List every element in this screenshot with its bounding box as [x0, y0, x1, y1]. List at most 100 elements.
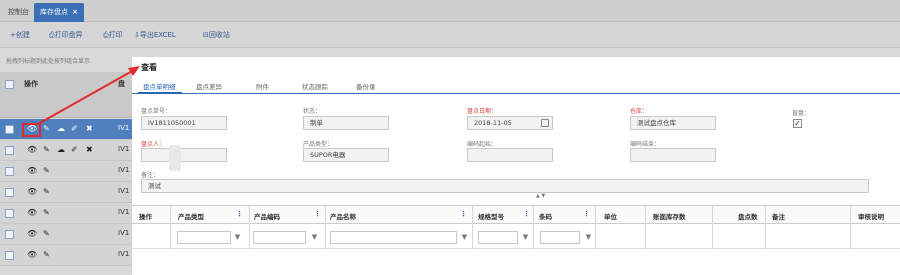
column-menu-icon[interactable]: ⋮ — [523, 210, 530, 218]
funnel-icon[interactable]: ▼ — [309, 231, 320, 244]
detail-table-header: 操作 产品类型 ⋮ 产品编码 ⋮ 产品名称 ⋮ 规格型号 ⋮ 条码 ⋮ 单位 账… — [132, 205, 900, 224]
view-icon[interactable]: 👁 — [27, 187, 37, 196]
filter-input-product-type[interactable] — [177, 231, 231, 244]
view-dialog: 查看 盘点单明细 盘点差异 附件 状态跟踪 备份录 盘点单号： IV181105… — [132, 57, 900, 275]
delete-icon[interactable]: ✖ — [86, 124, 93, 133]
row-code: IV1 — [118, 187, 130, 195]
th-book-stock: 账面库存数 — [653, 213, 686, 221]
splitter-handle[interactable]: ▲ ▼ — [536, 193, 545, 199]
column-menu-icon[interactable]: ⋮ — [314, 210, 321, 218]
tab-count-difference[interactable]: 盘点差异 — [196, 81, 222, 91]
view-icon[interactable]: 👁 — [27, 166, 37, 175]
column-menu-icon[interactable]: ⋮ — [460, 210, 467, 218]
col-header-code: 盘 — [118, 80, 125, 88]
tab-status-tracking[interactable]: 状态跟踪 — [302, 81, 328, 91]
filter-input-product-code[interactable] — [253, 231, 306, 244]
view-icon[interactable]: 👁 — [27, 145, 37, 154]
edit-icon[interactable]: ✎ — [43, 250, 50, 259]
tab-count-details[interactable]: 盘点单明细 — [143, 81, 176, 91]
row-checkbox[interactable] — [5, 209, 14, 218]
edit-icon[interactable]: ✎ — [43, 208, 50, 217]
funnel-icon[interactable]: ▼ — [232, 231, 243, 244]
blind-count-checkbox[interactable]: ✓ — [793, 119, 802, 128]
tab-attachments[interactable]: 附件 — [256, 81, 269, 91]
th-product-code: 产品编码 — [254, 213, 280, 221]
view-icon[interactable]: 👁 — [27, 250, 37, 259]
tab-dashboard[interactable]: 控制台 — [2, 3, 35, 22]
filter-input-spec-model[interactable] — [478, 231, 518, 244]
edit-icon[interactable]: ✎ — [43, 145, 50, 154]
edit-icon[interactable]: ✎ — [43, 229, 50, 238]
warehouse-field[interactable]: 测试盘点仓库 — [630, 116, 716, 130]
column-menu-icon[interactable]: ⋮ — [236, 210, 243, 218]
table-row[interactable]: 👁 ✎ IV1 — [0, 224, 132, 245]
table-row[interactable]: 👁 ✎ ☁ ✐ ✖ IV1 — [0, 140, 132, 161]
th-remark: 备注 — [772, 213, 785, 221]
remark-field[interactable]: 测试 — [141, 179, 869, 193]
table-row[interactable]: 👁 ✎ IV1 — [0, 182, 132, 203]
delete-icon[interactable]: ✖ — [86, 145, 93, 154]
table-row[interactable]: 👁 ✎ ☁ ✐ ✖ IV1 — [0, 119, 132, 140]
edit-icon[interactable]: ✎ — [43, 124, 50, 133]
row-checkbox[interactable] — [5, 167, 14, 176]
filter-input-product-name[interactable] — [330, 231, 457, 244]
row-code: IV1 — [118, 229, 130, 237]
view-highlight-box — [22, 123, 41, 137]
export-excel-button[interactable]: ⇩导出EXCEL — [134, 30, 176, 40]
counter-field[interactable] — [141, 148, 227, 162]
print-button[interactable]: ⎙打印 — [103, 30, 123, 40]
funnel-icon[interactable]: ▼ — [520, 231, 531, 244]
edit-doc-icon[interactable]: ✐ — [71, 124, 78, 133]
column-divider — [645, 205, 646, 249]
code-end-label: 编码结束： — [630, 141, 661, 148]
count-date-field[interactable]: 2018-11-05 — [467, 116, 553, 130]
view-icon[interactable]: 👁 — [27, 208, 37, 217]
count-date-label: 盘点日期： — [467, 108, 498, 115]
edit-icon[interactable]: ✎ — [43, 187, 50, 196]
remark-label: 备注： — [141, 172, 160, 179]
table-row[interactable]: 👁 ✎ IV1 — [0, 203, 132, 224]
select-all-checkbox[interactable] — [5, 80, 14, 89]
new-button[interactable]: +创建 — [10, 30, 30, 40]
row-checkbox[interactable] — [5, 188, 14, 197]
cloud-icon[interactable]: ☁ — [57, 124, 65, 133]
product-type-label: 产品类型： — [303, 141, 334, 148]
th-product-name: 产品名称 — [330, 213, 356, 221]
column-divider — [712, 205, 713, 249]
edit-icon[interactable]: ✎ — [43, 166, 50, 175]
calendar-icon[interactable] — [541, 119, 549, 127]
row-code: IV1 — [118, 250, 130, 258]
recycle-bin-button[interactable]: ⊟回收站 — [203, 30, 230, 40]
row-checkbox[interactable] — [5, 125, 14, 134]
edit-doc-icon[interactable]: ✐ — [71, 145, 78, 154]
counter-label: 盘点人： — [141, 141, 166, 148]
column-divider — [325, 205, 326, 249]
funnel-icon[interactable]: ▼ — [583, 231, 594, 244]
order-no-label: 盘点单号： — [141, 108, 172, 115]
print-inventory-button[interactable]: ⎙打印盘异 — [49, 30, 83, 40]
row-checkbox[interactable] — [5, 146, 14, 155]
status-field[interactable]: 制单 — [303, 116, 389, 130]
tab-inventory-count[interactable]: 库存盘点 × — [34, 3, 84, 22]
order-no-field[interactable]: IV1811050001 — [141, 116, 227, 130]
tab-backup-log[interactable]: 备份录 — [356, 81, 376, 91]
product-type-field[interactable]: SUPOR电器 — [303, 148, 389, 162]
column-divider — [533, 205, 534, 249]
table-row[interactable]: 👁 ✎ IV1 — [0, 245, 132, 266]
column-divider — [472, 205, 473, 249]
filter-input-barcode[interactable] — [540, 231, 580, 244]
close-tab-icon[interactable]: × — [72, 8, 78, 16]
cloud-icon[interactable]: ☁ — [57, 145, 65, 154]
row-checkbox[interactable] — [5, 230, 14, 239]
code-start-field[interactable] — [467, 148, 553, 162]
row-checkbox[interactable] — [5, 251, 14, 260]
active-tab-indicator — [138, 92, 182, 94]
table-row[interactable]: 👁 ✎ IV1 — [0, 161, 132, 182]
row-code: IV1 — [118, 124, 130, 132]
view-icon[interactable]: 👁 — [27, 229, 37, 238]
column-menu-icon[interactable]: ⋮ — [583, 210, 590, 218]
funnel-icon[interactable]: ▼ — [459, 231, 470, 244]
column-divider — [765, 205, 766, 249]
code-end-field[interactable] — [630, 148, 716, 162]
dialog-tabs: 盘点单明细 盘点差异 附件 状态跟踪 备份录 — [132, 77, 900, 94]
